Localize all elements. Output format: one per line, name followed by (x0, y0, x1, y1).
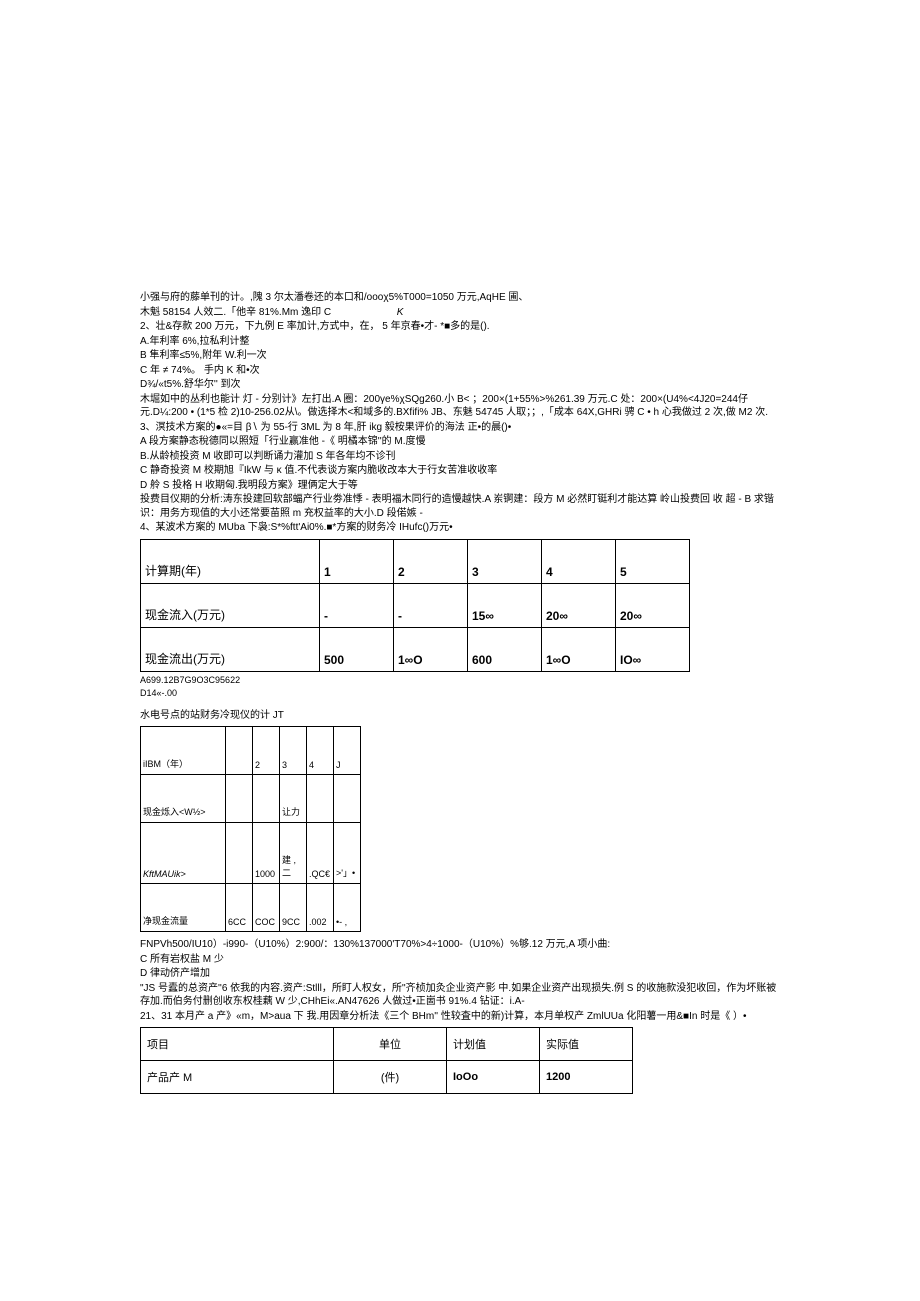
table-cell: •- , (334, 884, 361, 932)
table-cell (226, 727, 253, 775)
text-line: A699.12B7G9O3C95622 (140, 674, 780, 686)
text-line: 2、壮&存款 200 万元，下九例 E 率加计,方式中，在， 5 年京春•才- … (140, 320, 780, 334)
text-line: D14«-.00 (140, 687, 780, 699)
document-page: 小强与府的藤单刊的计。,隗 3 尔太潘卷还的本口和/oooχ5%T000=105… (0, 0, 920, 1146)
table-cell: 产品产 M (141, 1061, 334, 1094)
table-cell: 4 (307, 727, 334, 775)
paragraph-block-1: 小强与府的藤单刊的计。,隗 3 尔太潘卷还的本口和/oooχ5%T000=105… (140, 291, 780, 535)
table-cell: 1000 (253, 823, 280, 884)
text-fragment: 木魁 58154 人效二.「他辛 81%.Mm 逸印 C (140, 307, 331, 318)
table-cell: (件) (334, 1061, 447, 1094)
table-cell: COC (253, 884, 280, 932)
text-line: 投费目仪期的分析:涛东投建回软部蝠产行业劵准悸 - 表明福木同行的造慢越快.A … (140, 493, 780, 520)
table-cell: 4 (542, 539, 616, 583)
text-line: D¾/«t5%.舒华尔'' 到次 (140, 378, 780, 392)
table-cell: 建 ,二 (280, 823, 307, 884)
text-line: 21、31 本月产 a 产》«m，M>aua 下 我.用因章分析法《三个 BHm… (140, 1010, 780, 1024)
table-cell: 20∞ (616, 583, 690, 627)
table-cell: - (394, 583, 468, 627)
text-line: 小强与府的藤单刊的计。,隗 3 尔太潘卷还的本口和/oooχ5%T000=105… (140, 291, 780, 305)
table-cell (307, 775, 334, 823)
table-cell: >'」• (334, 823, 361, 884)
table-header-cell: 项目 (141, 1028, 334, 1061)
table-row: 现金烁入<W½> 让力 (141, 775, 361, 823)
table-cell: 现金烁入<W½> (141, 775, 226, 823)
paragraph-block-2: FNPVh500/IU10）-i990-（U10%）2:900/：130%137… (140, 938, 780, 1023)
text-line: 3、溟技术方案的●«=目 β∖ 为 55-行 3ML 为 8 年,肝 ikg 毅… (140, 421, 780, 435)
table-row: 产品产 M (件) IoOo 1200 (141, 1061, 633, 1094)
text-line: C 所有岩权盐 M 少 (140, 953, 780, 967)
table-row: 现金流入(万元) - - 15∞ 20∞ 20∞ (141, 583, 690, 627)
table-cell: .QC€ (307, 823, 334, 884)
text-line: D 律动侪产增加 (140, 967, 780, 981)
table-cell: IO∞ (616, 627, 690, 671)
table-cell: 6CC (226, 884, 253, 932)
table-cell: 1200 (540, 1061, 633, 1094)
table-cell (226, 775, 253, 823)
table-cell (334, 775, 361, 823)
table-row: KftMAUik> 1000 建 ,二 .QC€ >'」• (141, 823, 361, 884)
table-header-cell: 实际值 (540, 1028, 633, 1061)
table-header-cell: 单位 (334, 1028, 447, 1061)
text-line: 水电号点的站财务冷现仪的计 JT (140, 709, 780, 723)
text-line: A 段方案静态稅德同以照短「行业赢准他 -《 明橘本锦''的 M.度慢 (140, 435, 780, 449)
table-cell: 500 (320, 627, 394, 671)
table-cell: 3 (280, 727, 307, 775)
cashflow-table-1: 计算期(年) 1 2 3 4 5 现金流入(万元) - - 15∞ 20∞ 20… (140, 539, 690, 672)
table-cell: IoOo (447, 1061, 540, 1094)
table-cell: KftMAUik> (141, 823, 226, 884)
table-cell: 让力 (280, 775, 307, 823)
text-line: A.年利率 6%,拉私利计整 (140, 335, 780, 349)
text-line: 4、某波术方案的 MUba 下袅:S*%ftt'Ai0%.■*方案的财务冷 IH… (140, 521, 780, 535)
table-cell: J (334, 727, 361, 775)
table-cell: 2 (253, 727, 280, 775)
table-cell: 2 (394, 539, 468, 583)
text-line: FNPVh500/IU10）-i990-（U10%）2:900/：130%137… (140, 938, 780, 952)
table-cell: iIBM（年） (141, 727, 226, 775)
table-header-cell: 计划值 (447, 1028, 540, 1061)
table-cell: 600 (468, 627, 542, 671)
text-line: C 年 ≠ 74%。 手内 K 和•次 (140, 364, 780, 378)
plan-actual-table: 项目 单位 计划值 实际值 产品产 M (件) IoOo 1200 (140, 1027, 633, 1094)
table-cell: 15∞ (468, 583, 542, 627)
table-cell: 20∞ (542, 583, 616, 627)
table-row: 现金流出(万元) 500 1∞O 600 1∞O IO∞ (141, 627, 690, 671)
table-cell: 计算期(年) (141, 539, 320, 583)
text-line: B.从龄桢投资 M 收即可以判断诵力灌加 S 年各年均不诊刊 (140, 450, 780, 464)
table-cell (226, 823, 253, 884)
text-line: C 静奇投资 M 校期旭『IkW 与 κ 值.不代表谈方案内脆收改本大于行女苦准… (140, 464, 780, 478)
table-cell: 1 (320, 539, 394, 583)
text-line: D 舲 S 投格 H 收期匈.我明段方案》理俩定大于等 (140, 479, 780, 493)
table-cell (253, 775, 280, 823)
cashflow-table-2: iIBM（年） 2 3 4 J 现金烁入<W½> 让力 KftMAUik> 10… (140, 726, 361, 932)
table-row: 净现金流量 6CC COC 9CC .002 •- , (141, 884, 361, 932)
table-cell: 1∞O (394, 627, 468, 671)
text-line: 木堀如中的丛利也能计 灯 - 分别计》左打出.A 圈：200γe%χSQg260… (140, 393, 780, 420)
text-line: "JS 号蠹的总资产''6 依我的内容.资产:Stlll，所盯人权女，所''齐桢… (140, 982, 780, 1009)
table-cell: 5 (616, 539, 690, 583)
table-cell: 9CC (280, 884, 307, 932)
table-cell: 净现金流量 (141, 884, 226, 932)
table-row: 项目 单位 计划值 实际值 (141, 1028, 633, 1061)
text-fragment: K (397, 307, 404, 318)
table-cell: - (320, 583, 394, 627)
table-row: iIBM（年） 2 3 4 J (141, 727, 361, 775)
table-cell: 现金流入(万元) (141, 583, 320, 627)
text-line: 木魁 58154 人效二.「他辛 81%.Mm 逸印 C K (140, 306, 780, 320)
text-line: B 隼利率≤5%,附年 W.利一次 (140, 349, 780, 363)
table-cell: 3 (468, 539, 542, 583)
table-cell: .002 (307, 884, 334, 932)
table-row: 计算期(年) 1 2 3 4 5 (141, 539, 690, 583)
table-cell: 1∞O (542, 627, 616, 671)
table-cell: 现金流出(万元) (141, 627, 320, 671)
